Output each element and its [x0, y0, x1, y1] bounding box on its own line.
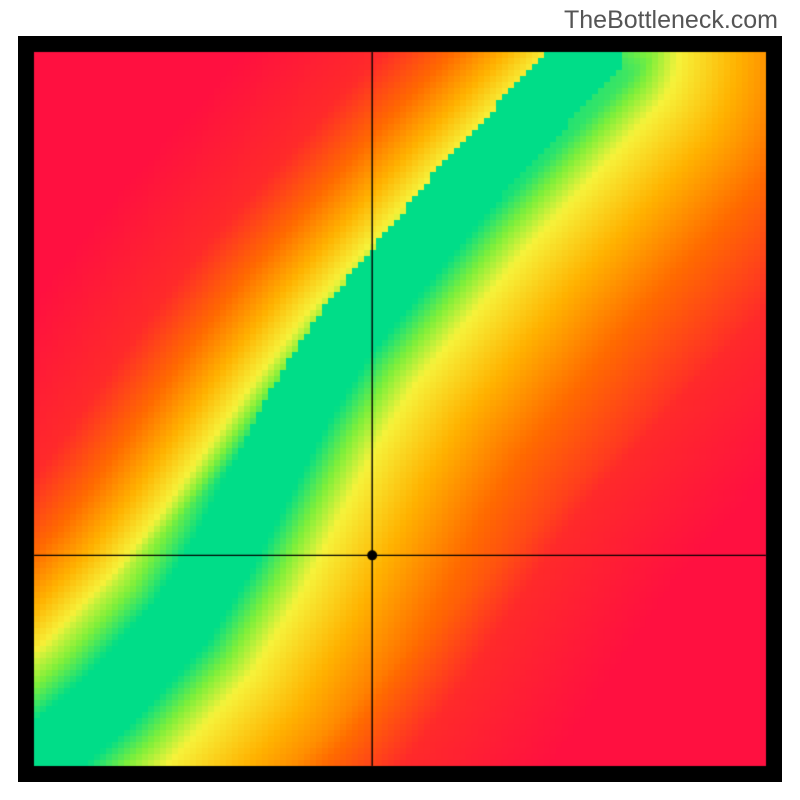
crosshair-overlay [18, 36, 782, 782]
heatmap-plot [18, 36, 782, 782]
watermark-text: TheBottleneck.com [564, 6, 778, 35]
